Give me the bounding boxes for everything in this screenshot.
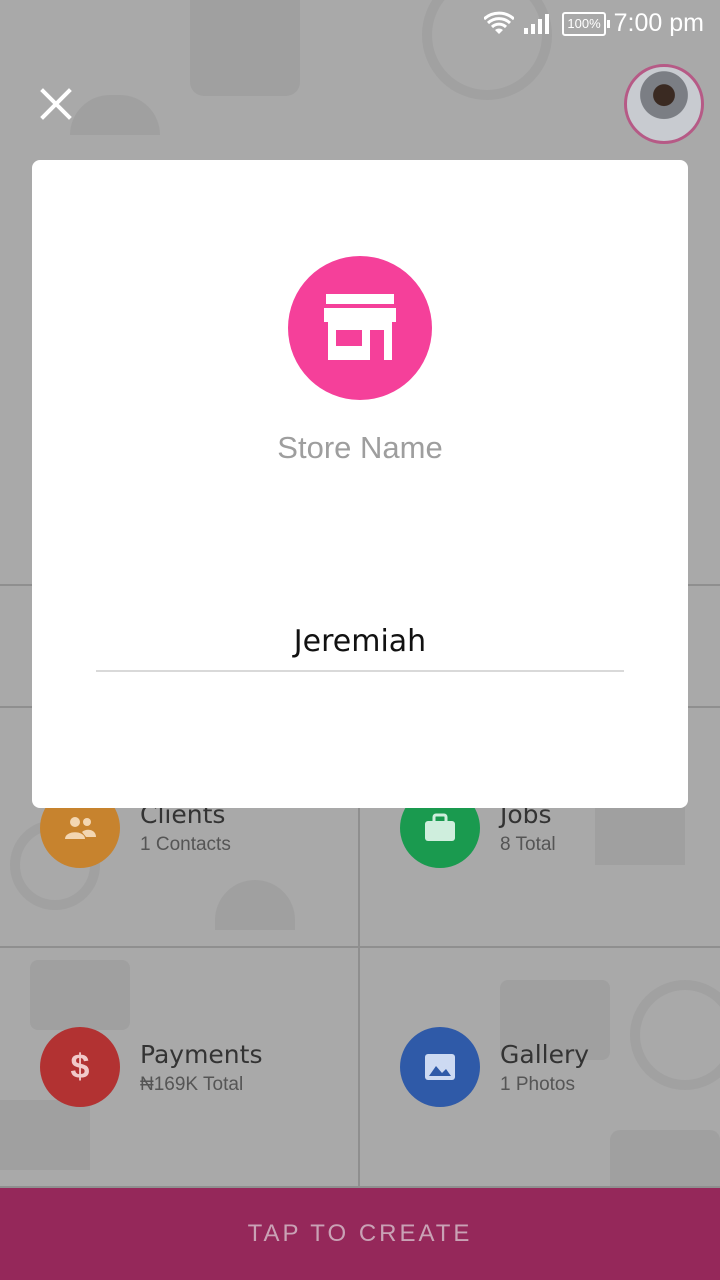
status-bar: 100% 7:00 pm <box>0 0 720 50</box>
bg-pincushion-shape <box>70 95 160 135</box>
close-icon <box>40 88 72 120</box>
image-icon <box>400 1027 480 1107</box>
dialog-title: Store Name <box>277 430 443 465</box>
status-time: 7:00 pm <box>613 9 704 37</box>
signal-icon <box>524 14 550 34</box>
tap-to-create-button[interactable]: TAP TO CREATE <box>0 1188 720 1280</box>
tile-subtitle: 1 Photos <box>500 1074 575 1095</box>
tile-subtitle: ₦169K Total <box>140 1074 244 1095</box>
tile-subtitle: 1 Contacts <box>140 834 231 855</box>
wifi-icon <box>484 11 514 34</box>
avatar[interactable] <box>624 64 704 144</box>
tile-title: Payments <box>140 1040 263 1069</box>
battery-icon: 100% <box>562 12 610 36</box>
tile-gallery[interactable]: Gallery 1 Photos <box>361 948 720 1186</box>
dollar-icon: $ <box>40 1027 120 1107</box>
store-icon <box>288 256 432 400</box>
tile-title: Gallery <box>500 1040 590 1069</box>
store-name-dialog: Store Name <box>32 160 688 808</box>
tap-to-create-label: TAP TO CREATE <box>247 1220 473 1247</box>
close-button[interactable] <box>36 84 76 124</box>
tile-subtitle: 8 Total <box>500 834 556 855</box>
tile-payments[interactable]: $ Payments ₦169K Total <box>0 948 359 1186</box>
store-name-input[interactable] <box>96 612 624 672</box>
